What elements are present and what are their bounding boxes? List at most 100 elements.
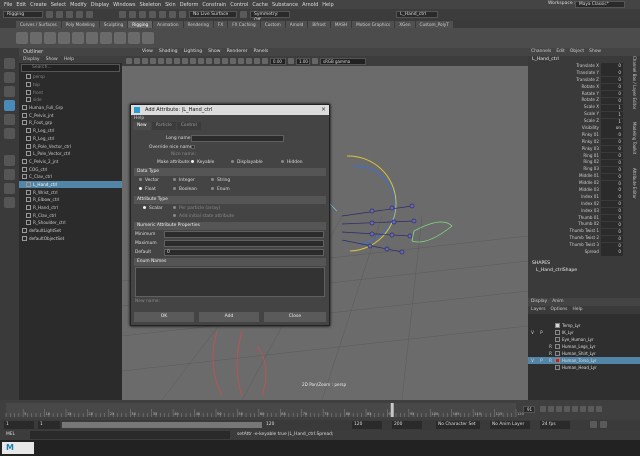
menu-edit[interactable]: Edit (16, 2, 26, 8)
textured-icon[interactable] (222, 58, 228, 64)
channel-attr-value[interactable]: 0 (601, 166, 623, 173)
channel-attr-row[interactable]: Ring 02 0 (528, 159, 640, 166)
layer-tab-display[interactable]: Display (531, 298, 547, 306)
layer-row[interactable]: Temp_Lyr (528, 322, 640, 329)
channel-attr-value[interactable]: 0 (601, 70, 623, 77)
shelf-constraint-icon[interactable] (114, 32, 126, 44)
dialog-tab-control[interactable]: Control (176, 122, 201, 130)
color-manage-icon[interactable] (312, 58, 318, 64)
outliner-item[interactable]: R_Wrist_ctrl (19, 188, 122, 196)
grid-icon[interactable] (158, 58, 164, 64)
shelf-tab[interactable]: Custom_PolyT (415, 21, 453, 28)
maximum-input[interactable] (164, 240, 324, 247)
layer-color-swatch[interactable] (555, 351, 560, 356)
image-plane-icon[interactable] (150, 58, 156, 64)
leg-ctrl-curves[interactable] (212, 330, 267, 397)
menu-control[interactable]: Control (230, 2, 248, 8)
viewport-menu-item[interactable]: Panels (254, 48, 269, 56)
channel-attr-row[interactable]: Scale Y1 (528, 111, 640, 118)
outliner-item[interactable]: top (19, 81, 122, 89)
play-icon[interactable] (572, 406, 578, 412)
shelf-tab[interactable]: Arnold (285, 21, 308, 28)
view-transform-dropdown[interactable]: sRGB gamma (320, 57, 366, 65)
go-end-icon[interactable] (596, 406, 602, 412)
step-forward-icon[interactable] (580, 406, 586, 412)
safe-action-icon[interactable] (198, 58, 204, 64)
menu-arnold[interactable]: Arnold (302, 2, 318, 8)
channel-box-menu-item[interactable]: Edit (556, 48, 565, 56)
channel-attr-row[interactable]: Pinky 03 0 (528, 146, 640, 153)
shelf-paint-weights-icon[interactable] (58, 32, 70, 44)
shelf-tab[interactable]: Animation (153, 21, 183, 28)
channel-attr-row[interactable]: Index 02 0 (528, 201, 640, 208)
scale-tool-icon[interactable] (4, 128, 15, 139)
layer-row[interactable]: R Human_Legs_Lyr (528, 343, 640, 350)
outliner-item[interactable]: C_Clav_ctrl (19, 173, 122, 181)
outliner-item[interactable]: defaultLightSet (19, 227, 122, 235)
select-component-icon[interactable] (139, 11, 146, 18)
name-search-field[interactable]: L_Hand_ctrl (396, 11, 438, 18)
channel-attr-row[interactable]: Pinky 02 0 (528, 139, 640, 146)
shape-name[interactable]: L_Hand_ctrlShape (528, 267, 640, 274)
outliner-item[interactable]: R_Clav_ctrl (19, 211, 122, 219)
outliner-menu-item[interactable]: Display (23, 56, 40, 63)
channel-attr-value[interactable]: 0 (601, 132, 623, 139)
outliner-item[interactable]: R_Pole_Vector_ctrl (19, 142, 122, 150)
channel-attr-row[interactable]: Thumb Twist 20 (528, 235, 640, 242)
viewport-menu-item[interactable]: Show (208, 48, 220, 56)
channel-attr-row[interactable]: Thumb 02 0 (528, 221, 640, 228)
channel-attr-value[interactable]: 0 (601, 242, 623, 249)
prefs-icon[interactable] (600, 421, 607, 428)
single-pane-icon[interactable] (4, 155, 15, 166)
gamma-field[interactable]: 1.00 (296, 57, 310, 65)
layer-color-swatch[interactable] (555, 365, 560, 370)
gamma-icon[interactable] (288, 58, 294, 64)
displayable-radio[interactable]: Displayable (231, 160, 263, 165)
channel-attr-row[interactable]: Scale X1 (528, 104, 640, 111)
move-tool-icon[interactable] (4, 100, 15, 111)
long-name-input[interactable] (191, 135, 284, 142)
thumb-ctrl-curve[interactable] (411, 221, 453, 243)
channel-attr-row[interactable]: Rotate Y0 (528, 91, 640, 98)
outliner-item[interactable]: COG_ctrl (19, 165, 122, 173)
channel-attr-value[interactable]: 1 (601, 111, 623, 118)
channel-box-menu-item[interactable]: Object (570, 48, 584, 56)
outliner-item[interactable]: R_Leg_ctrl (19, 135, 122, 143)
viewport-menu-item[interactable]: Shading (159, 48, 178, 56)
ambient-occlusion-icon[interactable] (246, 58, 252, 64)
channel-attr-value[interactable]: 0 (601, 180, 623, 187)
range-slider[interactable] (62, 422, 262, 428)
play-back-icon[interactable] (564, 406, 570, 412)
channel-attr-row[interactable]: Pinky 01 0 (528, 132, 640, 139)
outliner-item[interactable]: C_Pelvis_jnt (19, 111, 122, 119)
channel-attr-row[interactable]: Middle 03 0 (528, 187, 640, 194)
channel-attr-value[interactable]: on (601, 125, 623, 132)
override-checkbox[interactable] (191, 145, 195, 149)
select-tool-icon[interactable] (4, 58, 15, 69)
layer-reference-toggle[interactable]: R (546, 344, 555, 349)
outliner-item[interactable]: persp (19, 73, 122, 81)
shelf-tab[interactable]: FX (213, 21, 228, 28)
channel-attr-row[interactable]: Translate Y0 (528, 70, 640, 77)
layer-visibility-toggle[interactable]: V (528, 330, 537, 335)
wireframe-icon[interactable] (206, 58, 212, 64)
viewport-menu-item[interactable]: Lighting (184, 48, 203, 56)
float-radio[interactable]: Float (139, 187, 156, 192)
default-input[interactable]: 0 (164, 249, 324, 256)
menu-create[interactable]: Create (30, 2, 47, 8)
channel-attr-row[interactable]: Index 01 0 (528, 194, 640, 201)
channel-attr-value[interactable]: 1 (601, 118, 623, 125)
shelf-tab[interactable]: Custom (260, 21, 285, 28)
menu-skeleton[interactable]: Skeleton (139, 2, 161, 8)
shelf-tab[interactable]: Motion Graphics (352, 21, 395, 28)
shelf-tab[interactable]: MASH (330, 21, 352, 28)
layer-color-swatch[interactable] (555, 337, 560, 342)
menu-constrain[interactable]: Constrain (202, 2, 226, 8)
channel-attr-row[interactable]: Rotate X0 (528, 84, 640, 91)
channel-attr-row[interactable]: Ring 01 0 (528, 153, 640, 160)
channel-attr-value[interactable]: 0 (601, 187, 623, 194)
shelf-tab[interactable]: Sculpting (99, 21, 128, 28)
time-slider[interactable]: 5 10 15 20 25 30 35 40 45 50 55 60 65 70 75 80 85 90 95 100… (0, 400, 640, 420)
outliner-item[interactable]: L_Hand_ctrl (19, 180, 122, 189)
side-by-side-icon[interactable] (4, 183, 15, 194)
